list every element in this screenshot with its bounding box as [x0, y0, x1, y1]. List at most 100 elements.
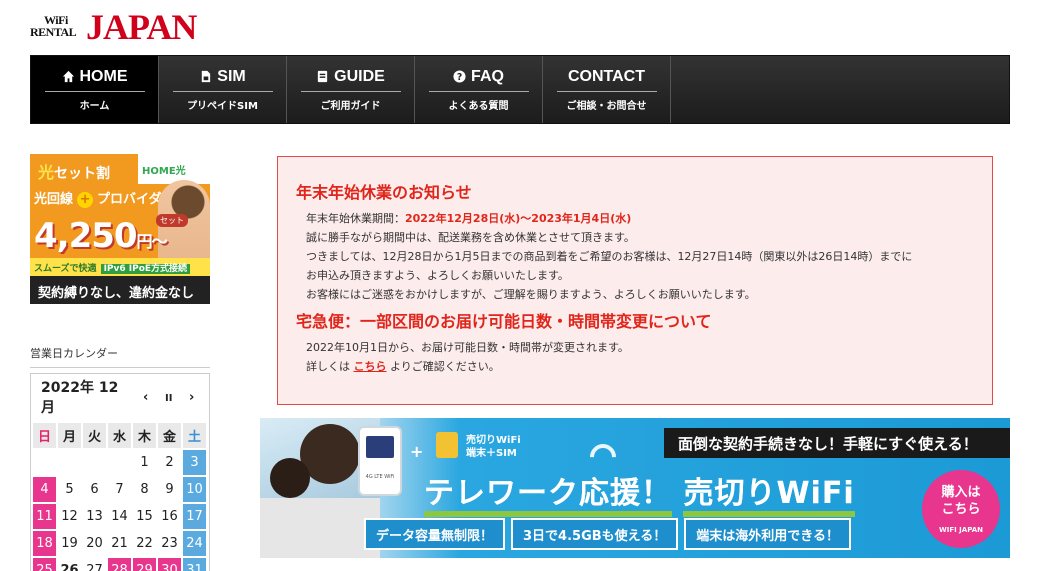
- feature-pill-overseas: 端末は海外利用できる！: [684, 518, 852, 550]
- promo-tag-rest: セット割: [54, 166, 111, 182]
- feature-pills: データ容量無制限！ 3日で4.5GBも使える！ 端末は海外利用できる！: [364, 518, 852, 550]
- calendar-day: 6: [90, 482, 99, 497]
- calendar-day: 30: [158, 558, 181, 571]
- promo-line: 光回線 + プロバイダ: [34, 188, 162, 208]
- calendar-day: 9: [165, 482, 174, 497]
- calendar-weekday: 月: [58, 423, 81, 448]
- sim-text-1: 売切りWiFi: [466, 435, 521, 446]
- plus-sign: +: [410, 442, 424, 461]
- home-icon: [62, 70, 74, 83]
- device-screen: [366, 436, 394, 458]
- nav-faq[interactable]: ? FAQ よくある質問: [415, 56, 543, 123]
- chevron-left-icon[interactable]: ‹: [143, 390, 148, 405]
- nav-sim-label-row: SIM: [172, 68, 273, 92]
- notice-period-dates: 2022年12月28日(水)〜2023年1月4日(水): [405, 212, 632, 225]
- site-logo[interactable]: WiFi RENTAL JAPAN: [30, 8, 197, 48]
- calendar-day: 7: [115, 482, 124, 497]
- sim-icon: [202, 70, 211, 83]
- details-link[interactable]: こちら: [354, 360, 387, 373]
- nav-home-label: HOME: [79, 67, 128, 85]
- nav-faq-label: FAQ: [471, 67, 504, 85]
- banner-tagline: 面倒な契約手続きなし！手軽にすぐ使える！: [664, 428, 1010, 458]
- calendar-day: 3: [183, 450, 206, 475]
- nav-guide-label-row: GUIDE: [300, 67, 401, 92]
- calendar-day: 24: [183, 531, 206, 556]
- calendar-month: 2022年 12月: [41, 380, 119, 416]
- buy-here-button[interactable]: 購入は こちら WIFI JAPAN: [922, 470, 1000, 548]
- calendar-day: 27: [86, 563, 103, 571]
- calendar-empty-cell: [33, 450, 56, 475]
- calendar-day: 1: [140, 455, 149, 470]
- calendar-day: 21: [111, 536, 128, 551]
- calendar-day: 5: [65, 482, 74, 497]
- calendar-weekday: 日: [33, 423, 56, 448]
- calendar-day: 28: [108, 558, 131, 571]
- notice-text-3: お申込み頂きますよう、よろしくお願いいたします。: [306, 269, 569, 282]
- question-icon: ?: [453, 70, 466, 83]
- logo-brand: JAPAN: [86, 7, 197, 47]
- promo-tag: 光セット割: [30, 154, 138, 184]
- nav-guide-sub: ご利用ガイド: [320, 100, 381, 112]
- notice-heading-delivery: 宅急便：一部区間のお届け可能日数・時間帯変更について: [296, 312, 712, 331]
- logo-line2: RENTAL: [30, 25, 77, 39]
- calendar-day: 22: [136, 536, 153, 551]
- notice-detail-post: よりご確認ください。: [390, 360, 500, 373]
- calendar-empty-cell: [58, 450, 81, 475]
- calendar-weekday: 金: [158, 423, 181, 448]
- calendar-day: 19: [61, 536, 78, 551]
- hikari-set-banner[interactable]: 光セット割 HOME光 光回線 + プロバイダ セット 4,250円〜 スムーズで快…: [30, 154, 210, 304]
- nav-sim[interactable]: SIM プリペイドSIM: [159, 56, 287, 123]
- nav-home-sub: ホーム: [79, 100, 110, 112]
- buy-text-2: こちら: [941, 502, 981, 517]
- promo-price-unit: 円〜: [136, 232, 168, 251]
- notice-text-5: 2022年10月1日から、お届け可能日数・時間帯が変更されます。: [306, 341, 629, 354]
- telework-wifi-banner[interactable]: 4G LTE WiFi + 売切りWiFi 端末＋SIM 面倒な契約手続きなし！手…: [260, 418, 1010, 558]
- calendar-title: 営業日カレンダー: [30, 345, 210, 368]
- promo-ipv6-badge: IPv6 IPoE方式接続: [100, 264, 191, 274]
- nav-contact-label: CONTACT: [567, 67, 646, 85]
- calendar-day: 29: [133, 558, 156, 571]
- calendar-day: 13: [86, 509, 103, 524]
- calendar-weekday: 土: [183, 423, 206, 448]
- feature-pill-unlimited: データ容量無制限！: [364, 518, 506, 550]
- feature-pill-3days: 3日で4.5GBも使える！: [511, 518, 679, 550]
- pause-icon[interactable]: II: [165, 393, 172, 404]
- nav-faq-sub: よくある質問: [448, 100, 509, 112]
- laptop-icon: [260, 498, 380, 558]
- calendar-weekday: 火: [83, 423, 106, 448]
- sim-text-2: 端末＋SIM: [466, 448, 517, 459]
- notice-detail-pre: 詳しくは: [306, 360, 350, 373]
- buy-text-1: 購入は: [941, 485, 981, 500]
- sim-text: 売切りWiFi 端末＋SIM: [466, 434, 521, 460]
- calendar-weekday: 水: [108, 423, 131, 448]
- promo-home-text: HOME光: [142, 166, 186, 177]
- calendar-day: 11: [33, 504, 56, 529]
- promo-ipv6: スムーズで快適 IPv6 IPoE方式接続: [30, 258, 210, 276]
- nav-sim-sub: プリペイドSIM: [187, 100, 258, 112]
- calendar-header: 2022年 12月 ‹ II ›: [31, 374, 209, 422]
- buy-brand: WIFI JAPAN: [939, 526, 983, 534]
- calendar-day: 12: [61, 509, 78, 524]
- calendar-day: 4: [33, 477, 56, 502]
- nav-home-label-row: HOME: [44, 67, 145, 92]
- nav-home[interactable]: HOME ホーム: [31, 56, 159, 123]
- notice-text-2: つきましては、12月28日から1月5日までの商品到着をご希望のお客様は、12月2…: [306, 250, 913, 263]
- calendar-day: 16: [161, 509, 178, 524]
- svg-text:?: ?: [457, 72, 462, 83]
- pocket-wifi-device-icon: 4G LTE WiFi: [358, 426, 402, 496]
- nav-guide-label: GUIDE: [334, 67, 385, 85]
- nav-contact-sub: ご相談・お問合せ: [566, 100, 647, 112]
- notice-text-6: 詳しくは こちら よりご確認ください。: [296, 357, 974, 376]
- banner-child: [270, 458, 310, 498]
- home-hikari-logo: HOME光: [142, 162, 186, 177]
- logo-japan: JAPAN: [86, 7, 197, 47]
- nav-contact[interactable]: CONTACT ご相談・お問合せ: [543, 56, 671, 123]
- promo-line-a: 光回線: [34, 192, 74, 207]
- calendar-day: 8: [140, 482, 149, 497]
- promo-tag-hikari: 光: [38, 163, 55, 182]
- calendar-day: 15: [136, 509, 153, 524]
- chevron-right-icon[interactable]: ›: [189, 390, 194, 405]
- calendar-day: 18: [33, 531, 56, 556]
- nav-guide[interactable]: GUIDE ご利用ガイド: [287, 56, 415, 123]
- nav-faq-label-row: ? FAQ: [428, 67, 529, 92]
